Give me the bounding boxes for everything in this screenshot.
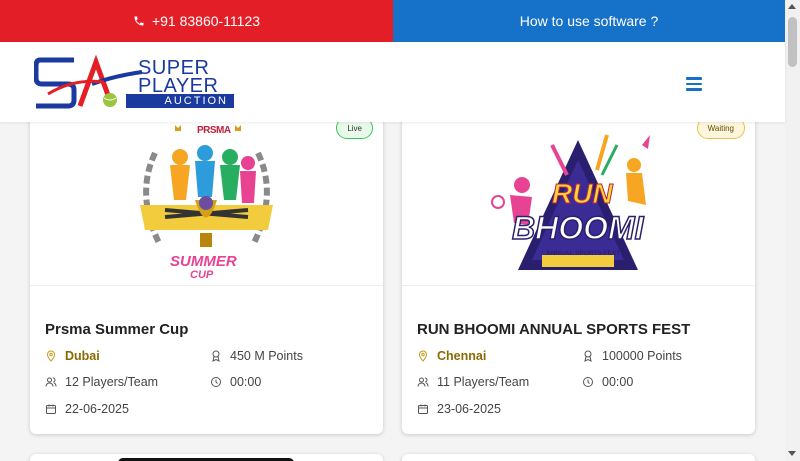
auction-card-next[interactable]: [30, 454, 383, 461]
award-icon: [584, 350, 592, 362]
phone-link[interactable]: +91 83860-11123: [0, 0, 393, 42]
scroll-up-arrow-icon[interactable]: [788, 4, 796, 9]
top-bar: +91 83860-11123 How to use software ?: [0, 0, 785, 42]
phone-number: +91 83860-11123: [151, 13, 261, 29]
date-info: 22-06-2025: [45, 402, 129, 416]
points-info: 100000 Points: [582, 349, 682, 363]
summer-logo-text: SUMMER: [170, 253, 237, 270]
time-info: 00:00: [210, 375, 261, 389]
date-text: 22-06-2025: [65, 402, 129, 416]
page-scrollbar[interactable]: [785, 0, 800, 461]
players-text: 12 Players/Team: [65, 375, 159, 389]
phone-icon: [134, 16, 144, 26]
location-info: Dubai: [45, 349, 100, 363]
location-pin-icon: [46, 350, 56, 362]
calendar-icon: [46, 404, 56, 414]
hamburger-menu-icon[interactable]: [686, 77, 702, 91]
users-icon: [417, 377, 429, 387]
clock-icon: [583, 377, 593, 387]
location-text: Chennai: [437, 349, 487, 363]
time-text: 00:00: [230, 375, 262, 389]
calendar-icon: [418, 404, 428, 414]
points-info: 450 M Points: [210, 349, 303, 363]
scroll-down-arrow-icon[interactable]: [788, 451, 796, 456]
auction-card[interactable]: RUN BHOOMI ANNUAL SPORTS FEST Waiting RU…: [402, 105, 755, 434]
clock-icon: [211, 377, 221, 387]
date-text: 23-06-2025: [437, 402, 501, 416]
how-to-use-link[interactable]: How to use software ?: [393, 0, 785, 42]
time-text: 00:00: [602, 375, 634, 389]
scroll-thumb[interactable]: [788, 17, 797, 67]
location-pin-icon: [418, 350, 428, 362]
points-text: 100000 Points: [602, 349, 682, 363]
tournament-title[interactable]: RUN BHOOMI ANNUAL SPORTS FEST: [417, 321, 690, 338]
points-text: 450 M Points: [230, 349, 303, 363]
page: +91 83860-11123 How to use software ? SU…: [0, 0, 800, 461]
prsma-logo-text: PRSMA: [197, 125, 231, 136]
super-player-auction-logo[interactable]: SUPER PLAYER AUCTION: [33, 54, 236, 110]
bhoomi-logo-text: BHOOMI: [511, 209, 644, 247]
tournament-logo-image: PRSMA SUMMER CUP: [30, 105, 383, 286]
run-logo-text: RUN: [552, 178, 614, 210]
logo-text-auction: AUCTION: [126, 94, 234, 108]
auction-card-next[interactable]: [402, 454, 755, 461]
annual-fest-logo-text: ANNUAL SPORTS FEST: [546, 250, 621, 257]
date-info: 23-06-2025: [417, 402, 501, 416]
cup-logo-text: CUP: [190, 269, 214, 281]
users-icon: [45, 377, 57, 387]
players-text: 11 Players/Team: [437, 375, 530, 389]
location-text: Dubai: [65, 349, 100, 363]
location-info: Chennai: [417, 349, 486, 363]
site-header: SUPER PLAYER AUCTION: [0, 42, 785, 122]
auction-card[interactable]: PRSMA SUMMER CUP Live Prsma Summer Cup D…: [30, 105, 383, 434]
tournament-title[interactable]: Prsma Summer Cup: [45, 321, 188, 338]
players-info: 12 Players/Team: [45, 375, 158, 389]
award-icon: [212, 350, 220, 362]
time-info: 00:00: [582, 375, 633, 389]
players-info: 11 Players/Team: [417, 375, 529, 389]
